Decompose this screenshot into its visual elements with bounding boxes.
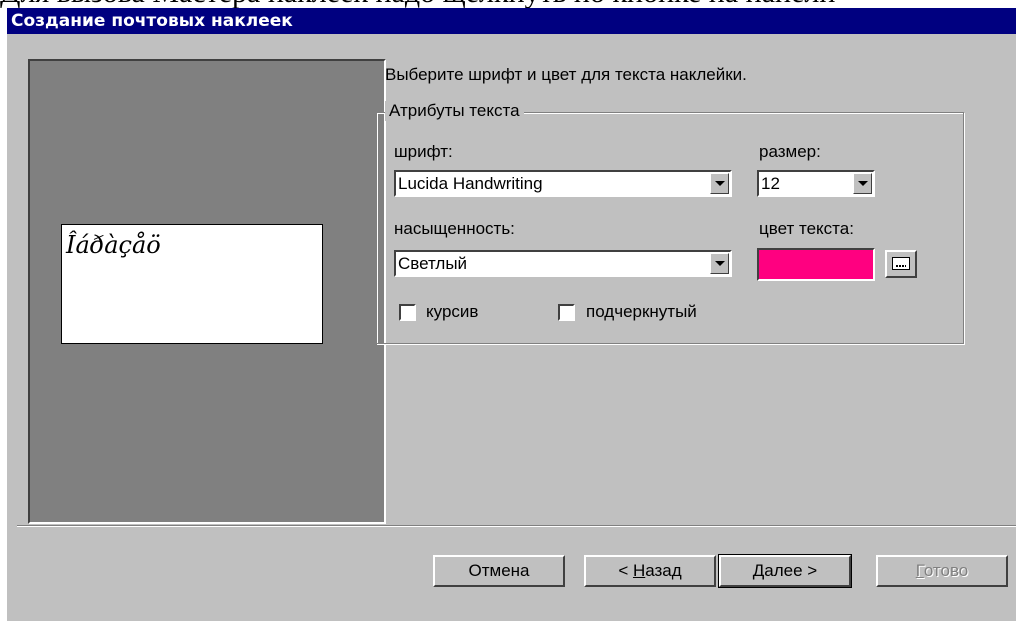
back-button-prefix: <: [618, 561, 633, 580]
weight-combobox[interactable]: Светлый: [394, 250, 732, 277]
italic-label: курсив: [426, 302, 479, 321]
next-button-rest: алее >: [764, 561, 818, 580]
font-combobox[interactable]: Lucida Handwriting: [394, 170, 732, 197]
size-combobox[interactable]: 12: [757, 170, 875, 197]
choose-color-button[interactable]: [885, 250, 917, 278]
italic-checkbox[interactable]: [399, 304, 416, 321]
font-combobox-value: Lucida Handwriting: [398, 174, 543, 193]
window-title: Создание почтовых наклеек: [11, 11, 293, 31]
finish-button[interactable]: Готово: [876, 555, 1008, 587]
back-button-rest: азад: [645, 561, 682, 580]
ellipsis-icon: [892, 257, 910, 270]
size-dropdown-arrow-icon[interactable]: [853, 173, 872, 194]
window-title-bar: Создание почтовых наклеек: [7, 8, 1016, 34]
finish-button-mnemonic: Г: [915, 561, 924, 580]
preview-sample-text: Îáðàçåö: [66, 231, 161, 259]
label-wizard-dialog: Îáðàçåö Выберите шрифт и цвет для текста…: [7, 34, 1016, 621]
underline-checkbox[interactable]: [558, 304, 575, 321]
size-label: размер:: [759, 142, 821, 161]
font-label: шрифт:: [394, 142, 453, 161]
cropped-page-text: Для вызова Мастера наклеек надо щелкнуть…: [0, 0, 1016, 8]
next-button-mnemonic: Д: [752, 561, 765, 580]
preview-panel: Îáðàçåö: [28, 59, 386, 524]
back-button-mnemonic: Н: [632, 561, 646, 580]
weight-combobox-value: Светлый: [398, 254, 468, 273]
size-combobox-value: 12: [761, 174, 780, 193]
weight-label: насыщенность:: [394, 219, 515, 238]
button-separator: [17, 525, 1016, 527]
cancel-button[interactable]: Отмена: [433, 555, 565, 587]
text-attributes-group-label: Атрибуты текста: [385, 101, 524, 121]
label-preview: Îáðàçåö: [61, 224, 323, 344]
next-button[interactable]: Далее >: [718, 554, 852, 588]
text-color-label: цвет текста:: [759, 219, 854, 238]
underline-label: подчеркнутый: [586, 302, 697, 321]
finish-button-rest: отово: [923, 561, 969, 580]
instruction-text: Выберите шрифт и цвет для текста наклейк…: [385, 65, 747, 84]
cancel-button-label: Отмена: [468, 561, 530, 580]
font-dropdown-arrow-icon[interactable]: [710, 173, 729, 194]
weight-dropdown-arrow-icon[interactable]: [710, 253, 729, 274]
text-color-swatch[interactable]: [757, 248, 875, 281]
back-button[interactable]: < Назад: [584, 555, 716, 587]
